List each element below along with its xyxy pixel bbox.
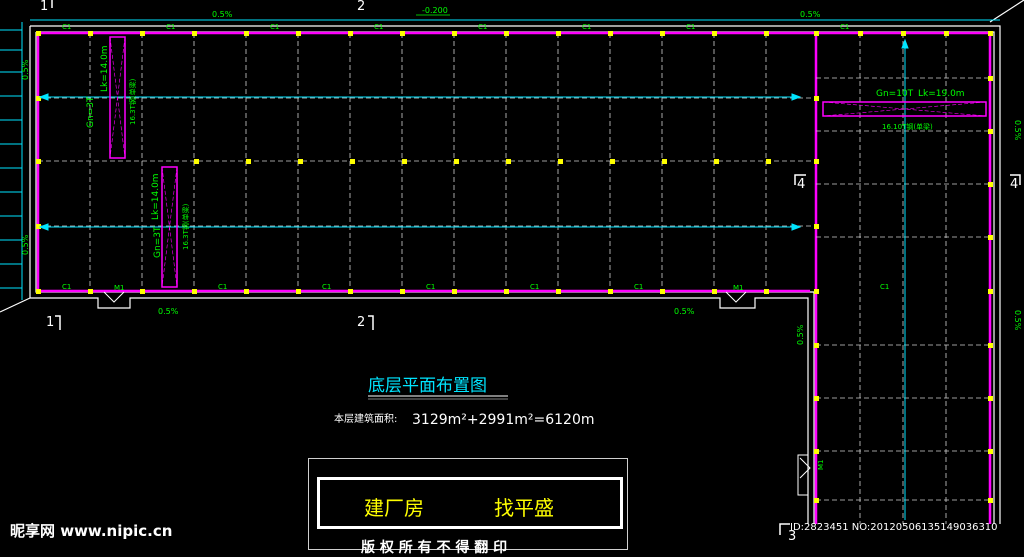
title-block-right-text: 找平盛 [494, 496, 554, 520]
axis-label-right-4b: 4 [1010, 177, 1018, 192]
crane-1-lk: Lk=14.0m [100, 45, 110, 92]
column-tag: C1 [166, 23, 175, 31]
title-block: 建厂房 找平盛 版 权 所 有 不 得 翻 印 [308, 458, 628, 556]
crane-3-lk: Lk=19.0m [918, 89, 965, 99]
door-tag: M1 [114, 284, 125, 292]
area-label: 本层建筑面积: [334, 412, 397, 425]
slope-labels: 0.5% 0.5% 0.5% 0.5% 0.5% 0.5% 0.5% 0.5% … [21, 10, 1022, 345]
slope-label: 0.5% [158, 307, 179, 316]
axis-label-bottom-1: 1 [46, 315, 54, 330]
axis-label-bottom-2: 2 [357, 315, 365, 330]
watermark-logo: 昵享网 www.nipic.cn [10, 522, 173, 540]
column-tag: C1 [840, 23, 849, 31]
crane-2-gn: Gn=3T [153, 226, 163, 258]
crane-2-spec: 16.3T钢(单梁) [181, 203, 190, 250]
column-tag: C1 [686, 23, 695, 31]
drawing-title: 底层平面布置图 [368, 376, 487, 396]
grid-lines-right-wing [816, 33, 990, 524]
column-tag: C1 [62, 283, 71, 291]
crane-3-spec: 16.10T钢(单梁) [882, 122, 933, 131]
crane-1-spec: 16.3T钢(单梁) [128, 78, 137, 125]
slope-label: 0.5% [674, 307, 695, 316]
axis-label-top-1: 1 [40, 0, 48, 14]
axis-label-right-4a: 4 [797, 177, 805, 192]
slope-label: 0.5% [21, 59, 30, 80]
column-tag: C1 [270, 23, 279, 31]
column-tag: C1 [426, 283, 435, 291]
elevation-label: -0.200 [422, 6, 448, 15]
column-tag: C1 [374, 23, 383, 31]
column-tag: C1 [218, 283, 227, 291]
title-block-inner-frame: 建厂房 找平盛 [317, 477, 623, 529]
axis-label-top-2: 2 [357, 0, 365, 14]
slope-label: 0.5% [796, 324, 805, 345]
title-block-bottom-text: 版 权 所 有 不 得 翻 印 [361, 540, 508, 556]
slope-label: 0.5% [21, 234, 30, 255]
column-tag: C1 [634, 283, 643, 291]
slope-label: 0.5% [800, 10, 821, 19]
column-tag: C1 [62, 23, 71, 31]
building-outline [0, 0, 1024, 524]
title-block-left-text: 建厂房 [364, 496, 424, 520]
area-formula: 3129m²+2991m²=6120m [412, 412, 595, 428]
axis-brackets [51, 0, 1021, 535]
left-dimension-ticks [0, 22, 23, 300]
crane-runway-lines [30, 19, 1000, 520]
watermark-id: ID:2823451 NO:20120506135149036310 [790, 522, 998, 533]
crane-2-lk: Lk=14.0m [151, 173, 161, 220]
door-tag: M1 [733, 284, 744, 292]
column-tag: C1 [478, 23, 487, 31]
column-tag: C1 [880, 283, 889, 291]
slope-label: 0.5% [1013, 310, 1022, 331]
magenta-walls [36, 31, 992, 524]
column-tag: C1 [530, 283, 539, 291]
slope-label: 0.5% [1013, 120, 1022, 141]
slope-label: 0.5% [212, 10, 233, 19]
crane-3-gn: Gn=10T [876, 89, 914, 99]
door-tag: M1 [817, 460, 825, 471]
column-tag: C1 [322, 283, 331, 291]
column-tag: C1 [582, 23, 591, 31]
crane-1-gn: Gn=3T [86, 96, 96, 128]
